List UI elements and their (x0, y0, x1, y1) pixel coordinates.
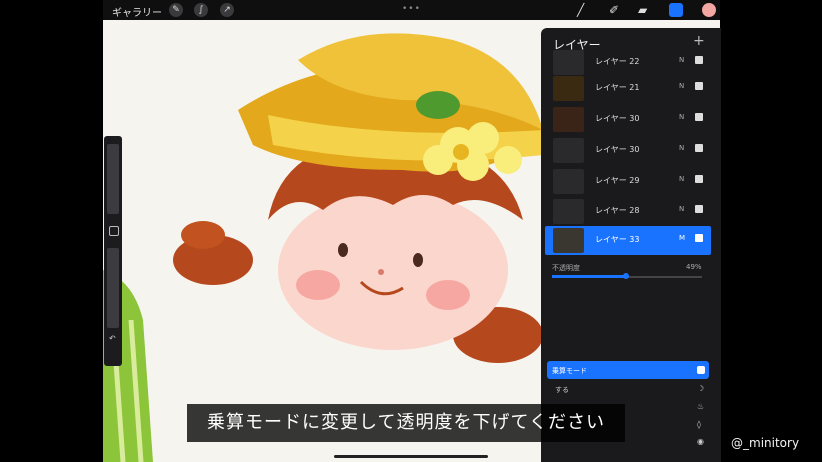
layer-blend-mode[interactable]: M (679, 234, 685, 242)
layer-row[interactable]: レイヤー 30 N (545, 105, 711, 134)
blend-option-label[interactable]: する (555, 385, 569, 395)
layer-visibility-checkbox[interactable] (695, 175, 703, 183)
layer-blend-mode[interactable]: N (679, 113, 684, 121)
color-swatch[interactable] (702, 3, 716, 17)
brush-sidebar: ↶ (104, 136, 122, 366)
wrench-icon[interactable]: ✎ (169, 3, 183, 17)
layer-thumbnail (553, 228, 584, 253)
layers-icon[interactable] (669, 3, 683, 17)
layer-row[interactable]: レイヤー 29 N (545, 167, 711, 196)
blend-mode-label: 乗算モード (552, 367, 587, 375)
circle-icon[interactable]: ◉ (697, 437, 704, 446)
layer-blend-mode[interactable]: N (679, 175, 684, 183)
layer-row[interactable]: レイヤー 21 N (545, 74, 711, 103)
brush-icon[interactable]: ╱ (577, 3, 584, 17)
layer-thumbnail (553, 76, 584, 101)
add-layer-button[interactable]: + (693, 33, 705, 49)
layer-thumbnail (553, 169, 584, 194)
layer-name: レイヤー 30 (595, 145, 640, 154)
layer-visibility-checkbox[interactable] (695, 82, 703, 90)
layer-row[interactable]: レイヤー 22 N (545, 48, 711, 77)
opacity-slider-knob[interactable] (623, 273, 629, 279)
layer-thumbnail (553, 199, 584, 224)
layer-thumbnail (553, 50, 584, 75)
layer-blend-mode[interactable]: N (679, 144, 684, 152)
layer-name: レイヤー 22 (595, 57, 640, 66)
brush-size-slider[interactable] (107, 144, 119, 214)
layer-name: レイヤー 29 (595, 176, 640, 185)
blend-mode-icon (697, 366, 705, 374)
layer-visibility-checkbox[interactable] (695, 144, 703, 152)
layer-name: レイヤー 30 (595, 114, 640, 123)
layer-visibility-checkbox[interactable] (695, 205, 703, 213)
drop-icon[interactable]: ◊ (697, 420, 701, 429)
opacity-label: 不透明度 (552, 264, 580, 272)
smudge-icon[interactable]: ✐ (609, 3, 619, 17)
layer-blend-mode[interactable]: N (679, 205, 684, 213)
layer-row[interactable]: レイヤー 28 N (545, 197, 711, 226)
undo-icon[interactable]: ↶ (109, 334, 116, 343)
layer-thumbnail (553, 138, 584, 163)
layer-visibility-checkbox[interactable] (695, 56, 703, 64)
watermark: @_minitory (731, 436, 800, 450)
opacity-slider[interactable] (107, 248, 119, 328)
selection-icon[interactable]: ↗ (220, 3, 234, 17)
home-indicator (334, 455, 488, 458)
toolbar-grip[interactable]: ••• (402, 4, 421, 14)
layer-visibility-checkbox[interactable] (695, 113, 703, 121)
layer-row-selected[interactable]: レイヤー 33 M (545, 226, 711, 255)
moon-icon[interactable]: ☽ (697, 384, 704, 393)
layer-row[interactable]: レイヤー 30 N (545, 136, 711, 165)
layer-blend-mode[interactable]: N (679, 82, 684, 90)
opacity-slider-fill (552, 275, 626, 278)
eraser-icon[interactable]: ▰ (638, 3, 647, 17)
layer-name: レイヤー 28 (595, 206, 640, 215)
layer-thumbnail (553, 107, 584, 132)
modify-button[interactable] (109, 226, 119, 236)
flame-icon[interactable]: ♨ (697, 402, 704, 411)
layer-blend-mode[interactable]: N (679, 56, 684, 64)
adjustments-icon[interactable]: ∫ (194, 3, 208, 17)
layer-name: レイヤー 21 (595, 83, 640, 92)
gallery-button[interactable]: ギャラリー (112, 4, 162, 19)
layer-name: レイヤー 33 (595, 235, 640, 244)
opacity-value: 49% (686, 263, 702, 271)
layer-visibility-checkbox[interactable] (695, 234, 703, 242)
subtitle-caption: 乗算モードに変更して透明度を下げてください (187, 404, 625, 442)
